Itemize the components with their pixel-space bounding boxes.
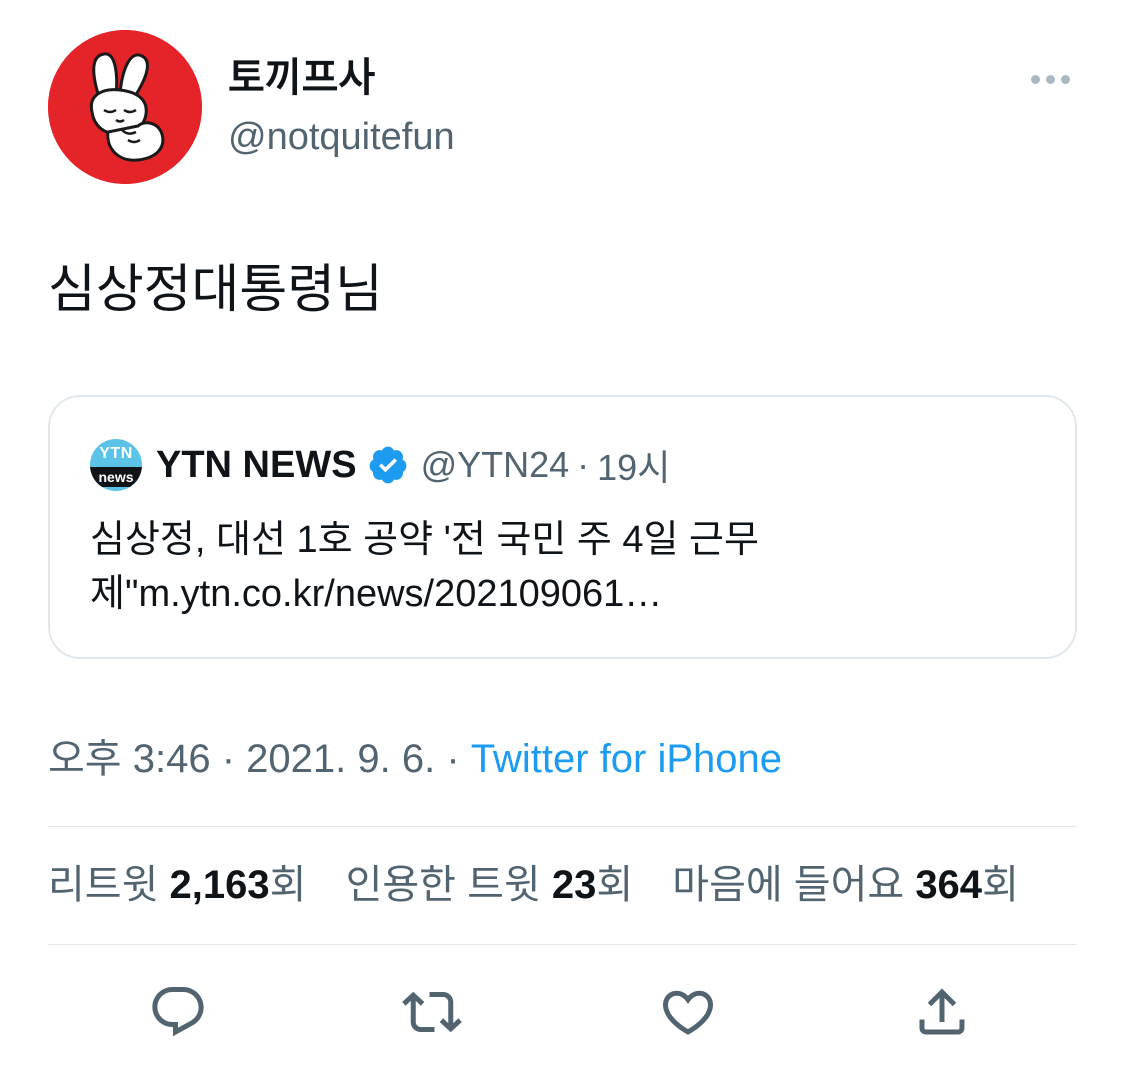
like-icon bbox=[662, 990, 714, 1035]
tweet-time[interactable]: 오후 3:46 bbox=[48, 737, 211, 781]
retweets-unit: 회 bbox=[269, 863, 307, 907]
reply-button[interactable] bbox=[146, 980, 210, 1044]
retweet-button[interactable] bbox=[400, 980, 464, 1044]
quoted-display-name[interactable]: YTN NEWS bbox=[156, 444, 357, 487]
tweet-stats: 리트윗 2,163회 인용한 트윗 23회 마음에 들어요 364회 bbox=[48, 860, 1047, 910]
logo-text-bottom: news bbox=[98, 469, 134, 485]
reply-icon bbox=[152, 987, 204, 1037]
quotes-unit: 회 bbox=[596, 863, 634, 907]
more-dot bbox=[1045, 74, 1055, 84]
tweet-source-link[interactable]: Twitter for iPhone bbox=[471, 737, 782, 781]
tweet-timestamp: 오후 3:46 · 2021. 9. 6. · Twitter for iPho… bbox=[48, 734, 782, 784]
divider bbox=[48, 826, 1077, 827]
retweets-label: 리트윗 bbox=[48, 863, 159, 907]
quoted-tweet-header: YTN news YTN NEWS @YTN24 · 19시 bbox=[90, 439, 671, 491]
quoted-time: 19시 bbox=[597, 447, 671, 488]
retweets-stat[interactable]: 리트윗 2,163회 bbox=[48, 863, 318, 907]
ytn-news-logo[interactable]: YTN news bbox=[90, 439, 142, 491]
likes-stat[interactable]: 마음에 들어요 364회 bbox=[672, 863, 1019, 907]
logo-text-top: YTN bbox=[99, 445, 133, 462]
separator-dot: · bbox=[221, 737, 236, 781]
retweets-count: 2,163 bbox=[169, 863, 270, 907]
retweet-icon bbox=[402, 991, 462, 1033]
display-name[interactable]: 토끼프사 bbox=[228, 54, 375, 102]
quotes-label: 인용한 트윗 bbox=[345, 863, 541, 907]
more-dot bbox=[1060, 74, 1070, 84]
more-dot bbox=[1030, 74, 1040, 84]
likes-unit: 회 bbox=[982, 863, 1019, 907]
more-options-icon[interactable] bbox=[1022, 62, 1078, 96]
separator-dot: · bbox=[577, 444, 590, 485]
tweet-detail-page: 토끼프사 @notquitefun 심상정대통령님 YTN news YTN N… bbox=[0, 0, 1125, 1085]
likes-count: 364 bbox=[915, 863, 983, 907]
user-handle[interactable]: @notquitefun bbox=[228, 114, 455, 160]
quotes-stat[interactable]: 인용한 트윗 23회 bbox=[346, 863, 645, 907]
quoted-tweet-card[interactable]: YTN news YTN NEWS @YTN24 · 19시 심상정, 대선 1… bbox=[48, 395, 1077, 659]
likes-label: 마음에 들어요 bbox=[672, 863, 905, 907]
tweet-date[interactable]: 2021. 9. 6. bbox=[246, 737, 435, 781]
separator-dot: · bbox=[446, 737, 460, 781]
tweet-actions-bar bbox=[0, 980, 1125, 1050]
verified-badge-icon bbox=[369, 446, 406, 484]
rabbit-avatar-icon bbox=[48, 30, 202, 184]
share-button[interactable] bbox=[910, 980, 974, 1044]
tweet-text: 심상정대통령님 bbox=[48, 261, 383, 319]
quoted-tweet-text: 심상정, 대선 1호 공약 '전 국민 주 4일 근무제"m.ytn.co.kr… bbox=[90, 519, 759, 615]
like-button[interactable] bbox=[656, 980, 720, 1044]
avatar[interactable] bbox=[48, 30, 202, 184]
quotes-count: 23 bbox=[551, 863, 597, 907]
quoted-handle[interactable]: @YTN24 bbox=[421, 444, 570, 486]
share-icon bbox=[919, 988, 965, 1035]
divider bbox=[48, 944, 1077, 945]
